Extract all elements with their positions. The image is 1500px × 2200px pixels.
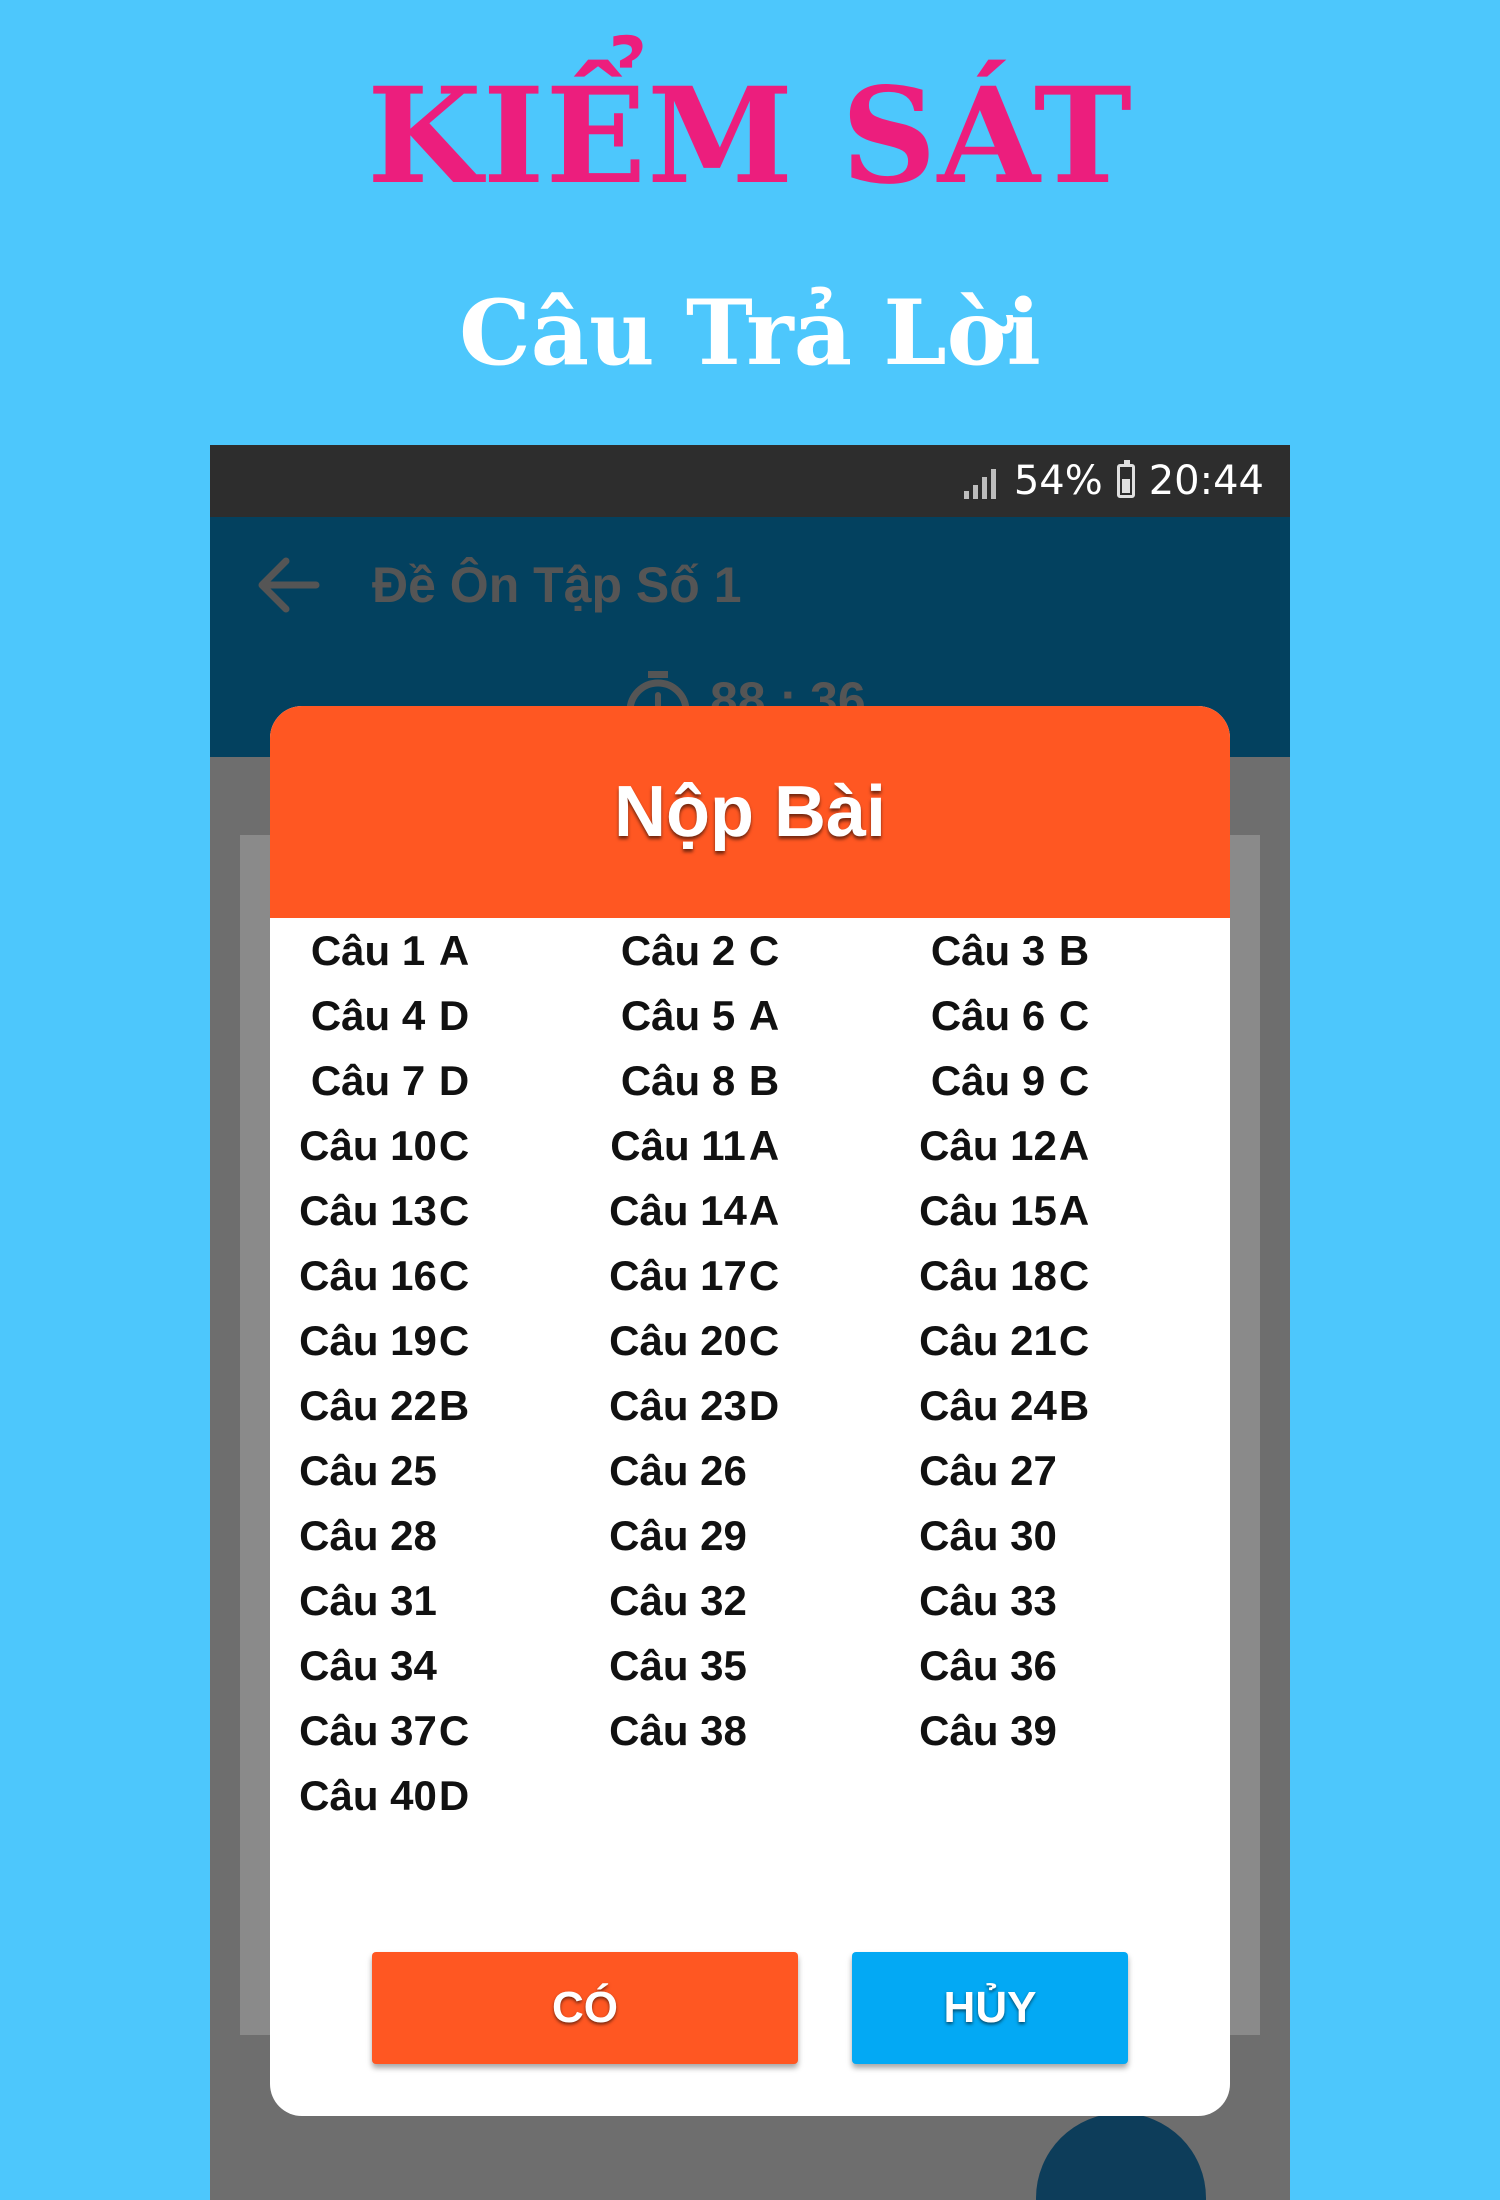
selected-answer: C (1058, 1317, 1090, 1364)
selected-answer: B (438, 1382, 470, 1429)
answer-row: Câu 37 C Câu 38 Câu 39 (270, 1698, 1230, 1763)
answer-row: Câu 22 B Câu 23 D Câu 24 B (270, 1373, 1230, 1438)
answer-grid: Câu 1 A Câu 2 C Câu 3 B Câu 4 D Câu 5 A Câu 6 C Câu … (270, 918, 1230, 1828)
answer-row: Câu 31 Câu 32 Câu 33 (270, 1568, 1230, 1633)
battery-icon (1116, 460, 1135, 498)
selected-answer: C (748, 927, 780, 974)
selected-answer (1044, 1568, 1104, 1633)
selected-answer: D (748, 1382, 780, 1429)
answer-row: Câu 7 D Câu 8 B Câu 9C (270, 1048, 1230, 1113)
selected-answer (1044, 1503, 1104, 1568)
selected-answer: D (438, 1057, 470, 1104)
selected-answer (734, 1633, 794, 1698)
selected-answer (1044, 1633, 1104, 1698)
selected-answer: C (1058, 992, 1090, 1039)
answer-row: Câu 1 A Câu 2 C Câu 3B (270, 918, 1230, 983)
selected-answer: A (1058, 1187, 1090, 1234)
answer-row: Câu 40 D (270, 1763, 1230, 1828)
answer-row: Câu 10 C Câu 11 A Câu 12 A (270, 1113, 1230, 1178)
answer-row: Câu 25 Câu 26 Câu 27 (270, 1438, 1230, 1503)
selected-answer (424, 1568, 484, 1633)
promo-title: KIỂM SÁT (367, 59, 1133, 214)
selected-answer (734, 1698, 794, 1763)
selected-answer: A (748, 1122, 780, 1169)
selected-answer: C (1058, 1057, 1090, 1104)
selected-answer (1044, 1698, 1104, 1763)
confirm-button[interactable]: CÓ (372, 1952, 798, 2064)
selected-answer (424, 1438, 484, 1503)
selected-answer: A (748, 1187, 780, 1234)
selected-answer: C (748, 1252, 780, 1299)
promo-subtitle: Câu Trả Lời (459, 280, 1041, 386)
selected-answer (424, 1633, 484, 1698)
selected-answer: C (438, 1317, 470, 1364)
selected-answer: B (1058, 1382, 1090, 1429)
selected-answer: C (748, 1317, 780, 1364)
answer-row: Câu 13 C Câu 14 A Câu 15 A (270, 1178, 1230, 1243)
selected-answer (1044, 1438, 1104, 1503)
arrow-left-icon[interactable] (250, 547, 326, 623)
signal-bars-icon (963, 463, 1000, 499)
selected-answer: A (748, 992, 780, 1039)
dialog-header: Nộp Bài (270, 706, 1230, 918)
selected-answer: B (1058, 927, 1090, 974)
selected-answer: C (438, 1122, 470, 1169)
selected-answer: C (438, 1187, 470, 1234)
selected-answer (734, 1503, 794, 1568)
answer-row: Câu 34 Câu 35 Câu 36 (270, 1633, 1230, 1698)
battery-percentage: 54% (1013, 458, 1103, 504)
selected-answer: B (748, 1057, 780, 1104)
answer-row: Câu 16 C Câu 17 C Câu 18 C (270, 1243, 1230, 1308)
cancel-button[interactable]: HỦY (852, 1952, 1128, 2064)
exam-title: Đề Ôn Tập Số 1 (372, 557, 742, 613)
selected-answer: A (438, 927, 470, 974)
status-time: 20:44 (1148, 458, 1264, 504)
answer-row: Câu 4 D Câu 5 A Câu 6C (270, 983, 1230, 1048)
answer-row: Câu 19 C Câu 20 C Câu 21 C (270, 1308, 1230, 1373)
submit-dialog: Nộp Bài Câu 1 A Câu 2 C Câu 3 B Câu 4 D Câu 5 A Câ… (270, 706, 1230, 2116)
selected-answer: C (438, 1252, 470, 1299)
submit-fab[interactable] (1036, 2113, 1206, 2200)
selected-answer (734, 1568, 794, 1633)
selected-answer: A (1058, 1122, 1090, 1169)
answer-row: Câu 28 Câu 29 Câu 30 (270, 1503, 1230, 1568)
dialog-title: Nộp Bài (613, 772, 886, 852)
selected-answer (424, 1503, 484, 1568)
selected-answer: C (438, 1707, 470, 1754)
selected-answer: C (1058, 1252, 1090, 1299)
selected-answer: D (438, 992, 470, 1039)
selected-answer (734, 1438, 794, 1503)
status-bar: 54% 20:44 (210, 445, 1290, 517)
selected-answer: D (438, 1772, 470, 1819)
